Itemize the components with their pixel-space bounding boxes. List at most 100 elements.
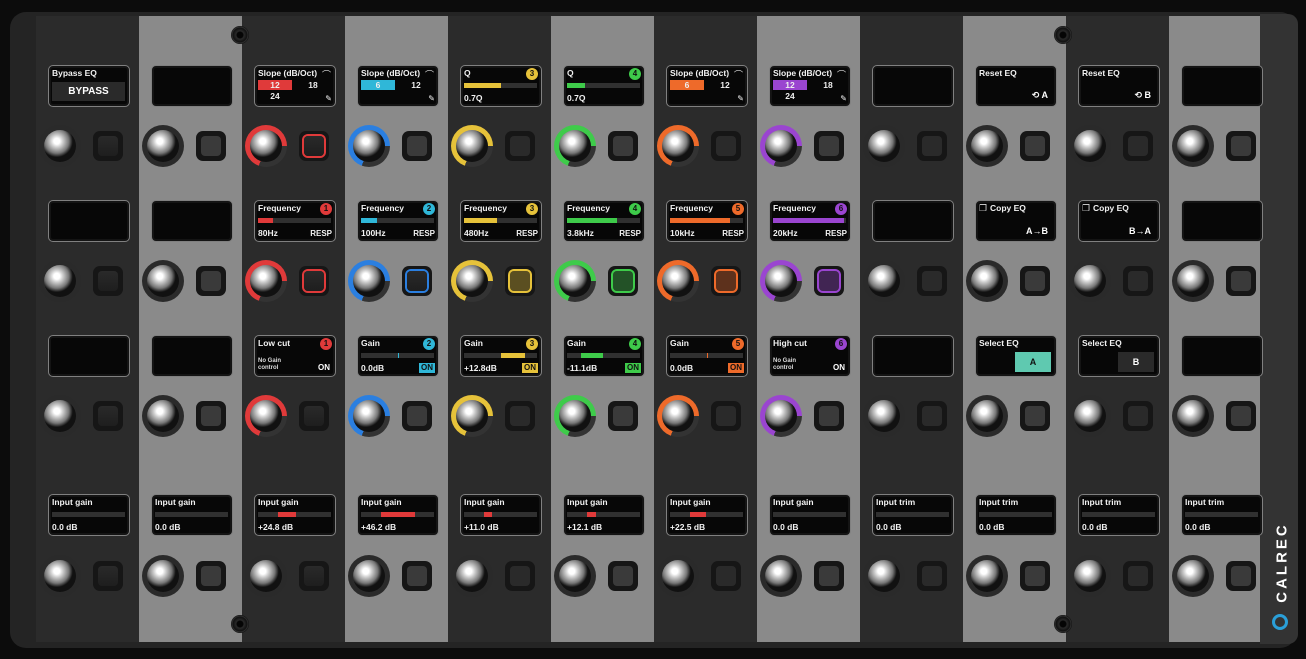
rotary-knob[interactable]	[1069, 125, 1111, 167]
channel-button[interactable]	[608, 266, 638, 296]
display-level[interactable]: Input trim 0.0 dB	[872, 494, 954, 536]
display-level[interactable]: Input gain 0.0 dB	[769, 494, 851, 536]
display-q[interactable]: Q 3 0.7Q	[460, 65, 542, 107]
channel-button[interactable]	[505, 131, 535, 161]
channel-button[interactable]	[814, 401, 844, 431]
display-bypass[interactable]: Bypass EQ BYPASS	[48, 65, 130, 107]
rotary-knob[interactable]	[863, 555, 905, 597]
display-freq[interactable]: Frequency 2 100Hz RESP	[357, 200, 439, 242]
on-indicator[interactable]: ON	[625, 363, 641, 373]
display-cut[interactable]: Low cut 1 No Gain control ON	[254, 335, 336, 377]
channel-button[interactable]	[196, 131, 226, 161]
channel-button[interactable]	[93, 266, 123, 296]
channel-button[interactable]	[93, 561, 123, 591]
rotary-knob[interactable]	[245, 395, 287, 437]
channel-button[interactable]	[711, 401, 741, 431]
rotary-knob[interactable]	[966, 395, 1008, 437]
slope-option-6[interactable]: 6	[361, 80, 395, 90]
display-gain[interactable]: Gain 3 +12.8dB ON	[460, 335, 542, 377]
rotary-knob[interactable]	[1172, 125, 1214, 167]
rotary-knob[interactable]	[142, 555, 184, 597]
slope-option-12[interactable]: 12	[399, 80, 433, 90]
channel-button[interactable]	[917, 131, 947, 161]
rotary-knob[interactable]	[245, 260, 287, 302]
channel-button[interactable]	[505, 401, 535, 431]
response-label[interactable]: RESP	[619, 229, 641, 238]
rotary-knob[interactable]	[245, 125, 287, 167]
display-level[interactable]: Input gain +12.1 dB	[563, 494, 645, 536]
rotary-knob[interactable]	[1172, 555, 1214, 597]
on-indicator[interactable]: ON	[316, 363, 332, 373]
display-freq[interactable]: Frequency 3 480Hz RESP	[460, 200, 542, 242]
reset-target[interactable]: ⟲ A	[1032, 90, 1048, 101]
display-slope[interactable]: Slope (dB/Oct) ⌒ 6 12 ✎	[357, 65, 439, 107]
slope-option-18[interactable]: 18	[296, 80, 330, 90]
rotary-knob[interactable]	[760, 260, 802, 302]
channel-button[interactable]	[402, 561, 432, 591]
rotary-knob[interactable]	[760, 395, 802, 437]
rotary-knob[interactable]	[966, 260, 1008, 302]
channel-button[interactable]	[1123, 561, 1153, 591]
rotary-knob[interactable]	[39, 555, 81, 597]
channel-button[interactable]	[93, 131, 123, 161]
channel-button[interactable]	[1226, 131, 1256, 161]
display-level[interactable]: Input trim 0.0 dB	[1181, 494, 1263, 536]
channel-button[interactable]	[917, 401, 947, 431]
channel-button[interactable]	[93, 401, 123, 431]
channel-button[interactable]	[1123, 131, 1153, 161]
response-label[interactable]: RESP	[413, 229, 435, 238]
channel-button[interactable]	[917, 561, 947, 591]
slope-option-12[interactable]: 12	[773, 80, 807, 90]
rotary-knob[interactable]	[1069, 395, 1111, 437]
display-freq[interactable]: Frequency 6 20kHz RESP	[769, 200, 851, 242]
display-slope[interactable]: Slope (dB/Oct) ⌒ 6 12 ✎	[666, 65, 748, 107]
rotary-knob[interactable]	[863, 125, 905, 167]
response-label[interactable]: RESP	[825, 229, 847, 238]
channel-button[interactable]	[1226, 561, 1256, 591]
display-select[interactable]: Select EQ B	[1078, 335, 1160, 377]
display-q[interactable]: Q 4 0.7Q	[563, 65, 645, 107]
rotary-knob[interactable]	[554, 125, 596, 167]
channel-button[interactable]	[1123, 401, 1153, 431]
slope-option-12[interactable]: 12	[708, 80, 742, 90]
rotary-knob[interactable]	[451, 555, 493, 597]
rotary-knob[interactable]	[1069, 555, 1111, 597]
display-gain[interactable]: Gain 2 0.0dB ON	[357, 335, 439, 377]
channel-button[interactable]	[402, 401, 432, 431]
rotary-knob[interactable]	[39, 260, 81, 302]
channel-button[interactable]	[608, 561, 638, 591]
channel-button[interactable]	[299, 561, 329, 591]
channel-button[interactable]	[196, 561, 226, 591]
display-action[interactable]: Reset EQ ⟲ A	[975, 65, 1057, 107]
rotary-knob[interactable]	[760, 555, 802, 597]
rotary-knob[interactable]	[348, 125, 390, 167]
display-gain[interactable]: Gain 4 -11.1dB ON	[563, 335, 645, 377]
channel-button[interactable]	[1020, 401, 1050, 431]
channel-button[interactable]	[711, 266, 741, 296]
display-level[interactable]: Input trim 0.0 dB	[975, 494, 1057, 536]
rotary-knob[interactable]	[348, 555, 390, 597]
rotary-knob[interactable]	[1172, 395, 1214, 437]
slope-option-12[interactable]: 12	[258, 80, 292, 90]
channel-button[interactable]	[402, 131, 432, 161]
rotary-knob[interactable]	[451, 260, 493, 302]
slope-option-6[interactable]: 6	[670, 80, 704, 90]
channel-button[interactable]	[1020, 561, 1050, 591]
display-cut[interactable]: High cut 6 No Gain control ON	[769, 335, 851, 377]
display-freq[interactable]: Frequency 1 80Hz RESP	[254, 200, 336, 242]
channel-button[interactable]	[711, 131, 741, 161]
edit-icon[interactable]: ✎	[737, 94, 744, 103]
rotary-knob[interactable]	[451, 125, 493, 167]
rotary-knob[interactable]	[657, 260, 699, 302]
rotary-knob[interactable]	[245, 555, 287, 597]
slope-option-18[interactable]: 18	[811, 80, 845, 90]
channel-button[interactable]	[711, 561, 741, 591]
display-freq[interactable]: Frequency 4 3.8kHz RESP	[563, 200, 645, 242]
display-copy[interactable]: Copy EQ B→A ❐	[1078, 200, 1160, 242]
rotary-knob[interactable]	[348, 395, 390, 437]
rotary-knob[interactable]	[863, 395, 905, 437]
channel-button[interactable]	[505, 561, 535, 591]
rotary-knob[interactable]	[1172, 260, 1214, 302]
channel-button[interactable]	[814, 266, 844, 296]
display-action[interactable]: Reset EQ ⟲ B	[1078, 65, 1160, 107]
